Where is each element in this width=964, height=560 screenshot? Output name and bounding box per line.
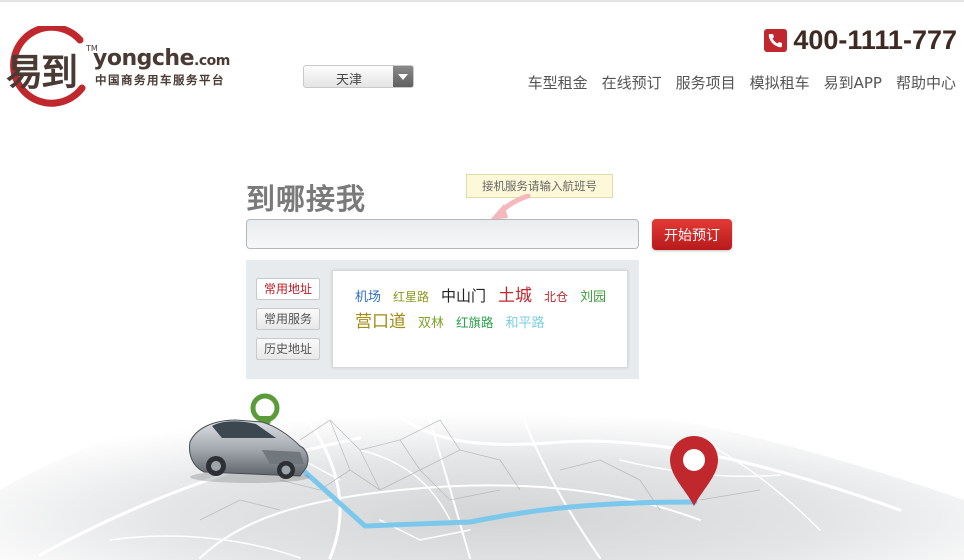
nav-item-simulated-rental[interactable]: 模拟租车: [750, 72, 810, 93]
address-panel: 常用地址 常用服务 历史地址 机场 红星路 中山门 土城 北仓 刘园 营口道 双…: [246, 260, 639, 379]
address-tags-box: 机场 红星路 中山门 土城 北仓 刘园 营口道 双林 红旗路 和平路: [332, 270, 628, 368]
nav-item-help[interactable]: 帮助中心: [896, 72, 956, 93]
address-tag[interactable]: 红星路: [393, 288, 429, 305]
address-tag[interactable]: 红旗路: [456, 312, 494, 331]
pickup-address-input[interactable]: [246, 219, 639, 249]
start-booking-button[interactable]: 开始预订: [652, 219, 732, 250]
city-select[interactable]: 天津: [303, 65, 414, 88]
address-tag[interactable]: 北仓: [544, 288, 568, 305]
tab-frequent-services[interactable]: 常用服务: [256, 308, 320, 330]
address-tag[interactable]: 双林: [418, 312, 444, 331]
tab-history-addresses[interactable]: 历史地址: [256, 338, 320, 360]
phone-icon: [764, 28, 788, 52]
map-area: [0, 391, 964, 560]
nav-item-car-rates[interactable]: 车型租金: [528, 72, 588, 93]
address-tag[interactable]: 机场: [355, 286, 381, 305]
address-tabs: 常用地址 常用服务 历史地址: [256, 278, 320, 360]
address-tag[interactable]: 营口道: [355, 307, 406, 332]
tag-row: 机场 红星路 中山门 土城 北仓 刘园: [355, 281, 606, 306]
nav-item-services[interactable]: 服务项目: [676, 72, 736, 93]
tab-frequent-addresses[interactable]: 常用地址: [256, 278, 320, 300]
tag-row: 营口道 双林 红旗路 和平路: [355, 307, 545, 332]
main-nav: 车型租金 在线预订 服务项目 模拟租车 易到APP 帮助中心: [528, 72, 956, 93]
address-tag[interactable]: 和平路: [506, 312, 545, 331]
address-tag[interactable]: 中山门: [441, 285, 486, 306]
chevron-down-icon[interactable]: [393, 66, 413, 87]
logo-name-en-main: yongche: [93, 46, 195, 71]
hotline: 400-1111-777: [764, 24, 957, 56]
address-tag[interactable]: 刘园: [580, 286, 606, 305]
logo-tagline: 中国商务用车服务平台: [95, 73, 225, 87]
nav-item-app[interactable]: 易到APP: [824, 72, 882, 93]
booking-title: 到哪接我: [246, 182, 367, 216]
city-select-value: 天津: [335, 73, 362, 88]
top-rule: [0, 0, 964, 2]
address-tag[interactable]: 土城: [498, 281, 532, 306]
logo-name-en-tld: .com: [194, 53, 230, 69]
site-logo[interactable]: 易到 TM yongche.com 中国商务用车服务平台: [4, 26, 254, 110]
logo-name-en: yongche.com: [93, 46, 230, 71]
nav-item-online-booking[interactable]: 在线预订: [602, 72, 662, 93]
route-map-illustration: [0, 391, 964, 560]
hotline-number: 400-1111-777: [793, 24, 957, 55]
logo-name-cn: 易到: [6, 51, 78, 94]
